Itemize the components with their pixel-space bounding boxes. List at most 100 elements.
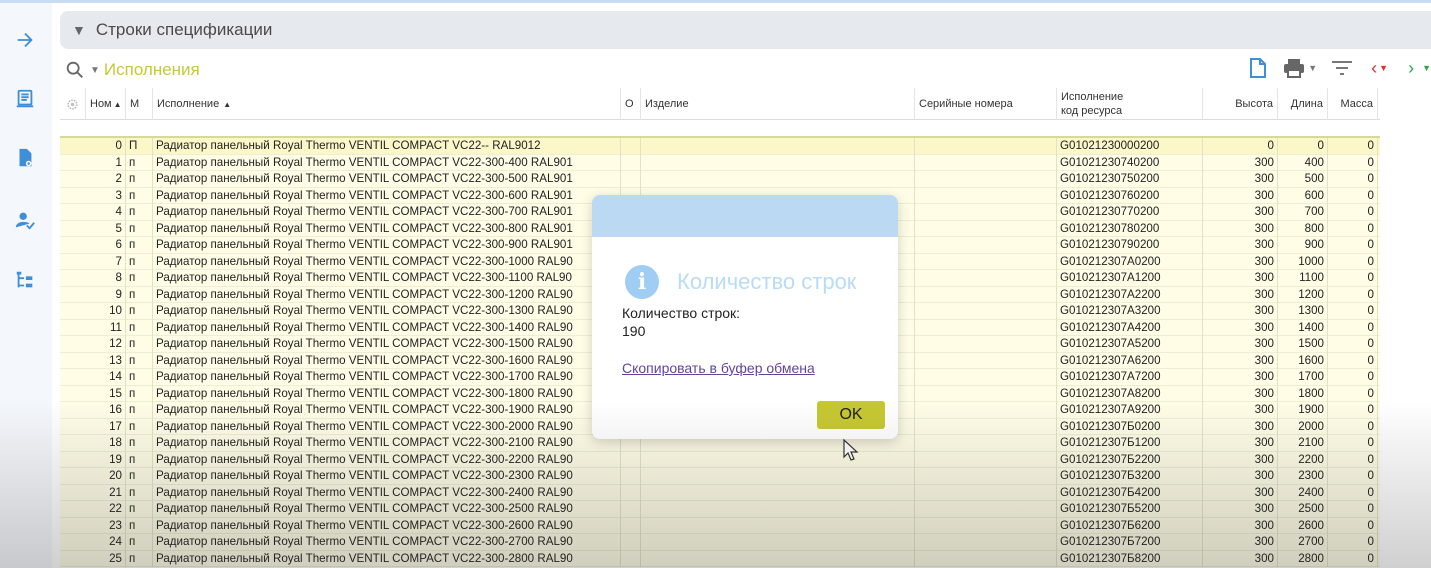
column-header-m[interactable]: М bbox=[126, 88, 153, 120]
cell-length[interactable]: 2500 bbox=[1278, 501, 1328, 518]
filter-button[interactable] bbox=[1331, 59, 1353, 77]
cell-height[interactable]: 300 bbox=[1203, 418, 1278, 435]
user-check-icon[interactable] bbox=[10, 205, 40, 235]
cell-m[interactable]: п bbox=[126, 270, 153, 287]
cell-num[interactable]: 12 bbox=[86, 336, 126, 353]
cell-resource-code[interactable]: G010212307A9200 bbox=[1057, 402, 1203, 419]
cell-num[interactable]: 2 bbox=[86, 171, 126, 188]
cell-num[interactable]: 13 bbox=[86, 352, 126, 369]
table-row[interactable]: 20 п Радиатор панельный Royal Thermo VENTI… bbox=[60, 468, 1380, 485]
cell-product[interactable] bbox=[641, 517, 915, 534]
cell-variant[interactable]: Радиатор панельный Royal Thermo VENTIL C… bbox=[153, 286, 621, 303]
cell-mass[interactable]: 0 bbox=[1328, 534, 1378, 551]
cell-m[interactable]: п bbox=[126, 402, 153, 419]
cell-m[interactable]: п bbox=[126, 435, 153, 452]
cell-num[interactable]: 0 bbox=[86, 138, 126, 155]
cell-mass[interactable]: 0 bbox=[1328, 369, 1378, 386]
cell-height[interactable]: 300 bbox=[1203, 336, 1278, 353]
cell-mass[interactable]: 0 bbox=[1328, 204, 1378, 221]
cell-m[interactable]: п bbox=[126, 484, 153, 501]
cell-length[interactable]: 2700 bbox=[1278, 534, 1328, 551]
table-row[interactable]: 25 п Радиатор панельный Royal Thermo VENTI… bbox=[60, 550, 1380, 567]
file-settings-icon[interactable] bbox=[10, 143, 40, 173]
cell-serials[interactable] bbox=[915, 352, 1057, 369]
cell-serials[interactable] bbox=[915, 468, 1057, 485]
table-row[interactable]: 22 п Радиатор панельный Royal Thermo VENTI… bbox=[60, 501, 1380, 518]
cell-resource-code[interactable]: G010212307Б7200 bbox=[1057, 534, 1203, 551]
cell-num[interactable]: 14 bbox=[86, 369, 126, 386]
cell-serials[interactable] bbox=[915, 336, 1057, 353]
table-row[interactable]: 1 п Радиатор панельный Royal Thermo VENTIL… bbox=[60, 154, 1380, 171]
cell-variant[interactable]: Радиатор панельный Royal Thermo VENTIL C… bbox=[153, 352, 621, 369]
cell-serials[interactable] bbox=[915, 369, 1057, 386]
cell-m[interactable]: п bbox=[126, 154, 153, 171]
cell-o[interactable] bbox=[621, 171, 641, 188]
cell-product[interactable] bbox=[641, 484, 915, 501]
cell-mass[interactable]: 0 bbox=[1328, 187, 1378, 204]
cell-m[interactable]: п bbox=[126, 237, 153, 254]
cell-num[interactable]: 17 bbox=[86, 418, 126, 435]
cell-resource-code[interactable]: G01021230750200 bbox=[1057, 171, 1203, 188]
cell-length[interactable]: 800 bbox=[1278, 220, 1328, 237]
cell-serials[interactable] bbox=[915, 435, 1057, 452]
cell-m[interactable]: п bbox=[126, 220, 153, 237]
cell-mass[interactable]: 0 bbox=[1328, 402, 1378, 419]
cell-variant[interactable]: Радиатор панельный Royal Thermo VENTIL C… bbox=[153, 501, 621, 518]
cell-mass[interactable]: 0 bbox=[1328, 550, 1378, 567]
document-list-icon[interactable] bbox=[10, 84, 40, 114]
column-header-height[interactable]: Высота bbox=[1203, 88, 1278, 120]
cell-resource-code[interactable]: G01021230760200 bbox=[1057, 187, 1203, 204]
cell-variant[interactable]: Радиатор панельный Royal Thermo VENTIL C… bbox=[153, 418, 621, 435]
cell-num[interactable]: 3 bbox=[86, 187, 126, 204]
cell-length[interactable]: 1300 bbox=[1278, 303, 1328, 320]
cell-m[interactable]: п bbox=[126, 468, 153, 485]
cell-product[interactable] bbox=[641, 550, 915, 567]
column-header-o[interactable]: О bbox=[621, 88, 641, 120]
cell-length[interactable]: 1800 bbox=[1278, 385, 1328, 402]
cell-o[interactable] bbox=[621, 550, 641, 567]
cell-length[interactable]: 0 bbox=[1278, 138, 1328, 155]
cell-serials[interactable] bbox=[915, 253, 1057, 270]
caret-down-icon[interactable]: ▼ bbox=[1379, 63, 1388, 73]
cell-length[interactable]: 2600 bbox=[1278, 517, 1328, 534]
search-icon[interactable] bbox=[64, 59, 86, 81]
cell-length[interactable]: 2000 bbox=[1278, 418, 1328, 435]
cell-length[interactable]: 900 bbox=[1278, 237, 1328, 254]
cell-length[interactable]: 700 bbox=[1278, 204, 1328, 221]
cell-o[interactable] bbox=[621, 451, 641, 468]
cell-m[interactable]: п bbox=[126, 286, 153, 303]
cell-height[interactable]: 300 bbox=[1203, 270, 1278, 287]
cell-num[interactable]: 24 bbox=[86, 534, 126, 551]
cell-serials[interactable] bbox=[915, 319, 1057, 336]
cell-height[interactable]: 300 bbox=[1203, 171, 1278, 188]
column-header-num[interactable]: Ном ▲ bbox=[86, 88, 126, 120]
cell-length[interactable]: 2200 bbox=[1278, 451, 1328, 468]
cell-length[interactable]: 2800 bbox=[1278, 550, 1328, 567]
cell-resource-code[interactable]: G01021230780200 bbox=[1057, 220, 1203, 237]
cell-resource-code[interactable]: G010212307Б2200 bbox=[1057, 451, 1203, 468]
cell-variant[interactable]: Радиатор панельный Royal Thermo VENTIL C… bbox=[153, 451, 621, 468]
cell-variant[interactable]: Радиатор панельный Royal Thermo VENTIL C… bbox=[153, 303, 621, 320]
ok-button[interactable]: OK bbox=[817, 401, 885, 429]
cell-serials[interactable] bbox=[915, 385, 1057, 402]
cell-serials[interactable] bbox=[915, 237, 1057, 254]
cell-m[interactable]: п bbox=[126, 336, 153, 353]
cell-resource-code[interactable]: G010212307Б8200 bbox=[1057, 550, 1203, 567]
cell-m[interactable]: п bbox=[126, 303, 153, 320]
cell-height[interactable]: 0 bbox=[1203, 138, 1278, 155]
cell-serials[interactable] bbox=[915, 402, 1057, 419]
cell-length[interactable]: 400 bbox=[1278, 154, 1328, 171]
cell-serials[interactable] bbox=[915, 550, 1057, 567]
cell-m[interactable]: п bbox=[126, 501, 153, 518]
cell-o[interactable] bbox=[621, 138, 641, 155]
table-row[interactable]: 21 п Радиатор панельный Royal Thermo VENTI… bbox=[60, 484, 1380, 501]
column-settings-icon[interactable] bbox=[60, 88, 86, 120]
cell-serials[interactable] bbox=[915, 534, 1057, 551]
cell-num[interactable]: 25 bbox=[86, 550, 126, 567]
cell-num[interactable]: 16 bbox=[86, 402, 126, 419]
cell-variant[interactable]: Радиатор панельный Royal Thermo VENTIL C… bbox=[153, 402, 621, 419]
column-header-resource-code[interactable]: Исполнение код ресурса bbox=[1057, 88, 1203, 120]
cell-length[interactable]: 500 bbox=[1278, 171, 1328, 188]
cell-num[interactable]: 5 bbox=[86, 220, 126, 237]
cell-mass[interactable]: 0 bbox=[1328, 138, 1378, 155]
